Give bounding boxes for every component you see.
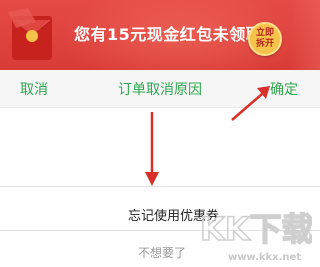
- red-packet-banner[interactable]: 您有15元现金红包未领取 立即 拆开: [0, 0, 320, 70]
- picker-option[interactable]: 不想要了: [138, 244, 186, 261]
- red-envelope-icon: [8, 8, 53, 60]
- picker-toolbar: 取消 订单取消原因 确定: [0, 70, 320, 108]
- open-button-line2: 拆开: [255, 39, 274, 49]
- kk-watermark-logo: KK下载: [200, 210, 312, 246]
- confirm-button[interactable]: 确定: [270, 79, 298, 99]
- watermark-url: www.kkx.net: [228, 252, 302, 263]
- selection-divider-top: [0, 186, 320, 187]
- banner-edge: [288, 0, 320, 70]
- cancel-button[interactable]: 取消: [20, 79, 48, 99]
- banner-message: 您有15元现金红包未领取: [74, 25, 263, 44]
- open-button-line1: 立即: [255, 28, 274, 38]
- watermark-logo-text: KK下载: [200, 210, 312, 246]
- picker-title: 订单取消原因: [118, 82, 202, 98]
- open-red-packet-button[interactable]: 立即 拆开: [248, 22, 282, 56]
